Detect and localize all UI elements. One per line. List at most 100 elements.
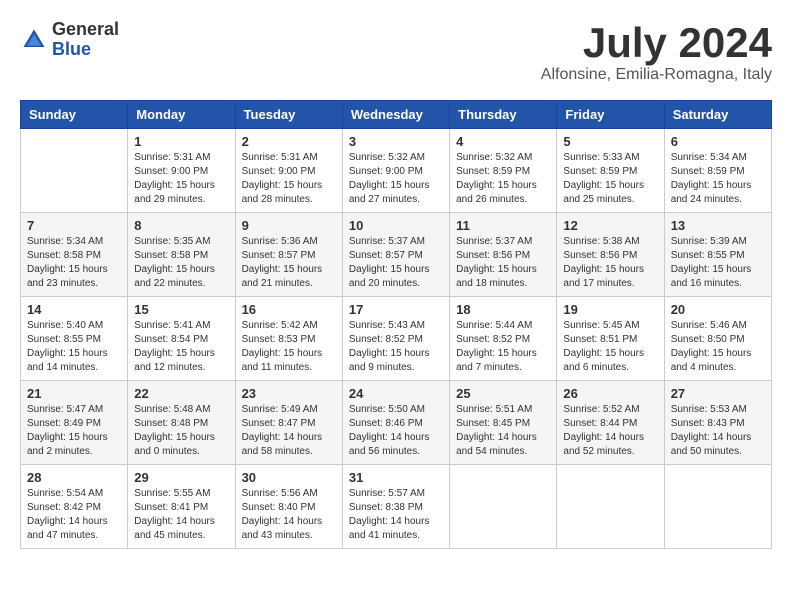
day-info: Sunrise: 5:34 AMSunset: 8:58 PMDaylight:… (27, 235, 121, 291)
day-cell: 12Sunrise: 5:38 AMSunset: 8:56 PMDayligh… (557, 213, 664, 297)
header-row: SundayMondayTuesdayWednesdayThursdayFrid… (21, 101, 772, 129)
day-info: Sunrise: 5:53 AMSunset: 8:43 PMDaylight:… (671, 403, 765, 459)
day-cell: 30 Sunrise: 5:56 AMSunset: 8:40 PMDayligh… (235, 465, 342, 549)
week-row-5: 28 Sunrise: 5:54 AMSunset: 8:42 PMDayligh… (21, 465, 772, 549)
day-cell: 15 Sunrise: 5:41 AMSunset: 8:54 PMDayligh… (128, 297, 235, 381)
day-cell: 17Sunrise: 5:43 AMSunset: 8:52 PMDayligh… (342, 297, 449, 381)
day-info: Sunrise: 5:38 AMSunset: 8:56 PMDaylight:… (563, 235, 657, 291)
day-number: 25 (456, 386, 550, 401)
day-info: Sunrise: 5:50 AMSunset: 8:46 PMDaylight:… (349, 403, 443, 459)
day-number: 30 (242, 470, 336, 485)
logo-text: General Blue (52, 20, 119, 60)
day-number: 15 (134, 302, 228, 317)
day-number: 27 (671, 386, 765, 401)
day-number: 11 (456, 218, 550, 233)
day-number: 19 (563, 302, 657, 317)
day-number: 9 (242, 218, 336, 233)
day-cell: 11 Sunrise: 5:37 AMSunset: 8:56 PMDayligh… (450, 213, 557, 297)
day-cell: 29Sunrise: 5:55 AMSunset: 8:41 PMDayligh… (128, 465, 235, 549)
day-number: 10 (349, 218, 443, 233)
day-cell: 13 Sunrise: 5:39 AMSunset: 8:55 PMDayligh… (664, 213, 771, 297)
day-info: Sunrise: 5:34 AMSunset: 8:59 PMDaylight:… (671, 151, 765, 207)
day-info: Sunrise: 5:57 AMSunset: 8:38 PMDaylight:… (349, 487, 443, 543)
day-number: 7 (27, 218, 121, 233)
week-row-2: 7 Sunrise: 5:34 AMSunset: 8:58 PMDaylight… (21, 213, 772, 297)
day-cell (557, 465, 664, 549)
day-number: 26 (563, 386, 657, 401)
day-info: Sunrise: 5:56 AMSunset: 8:40 PMDaylight:… (242, 487, 336, 543)
day-cell: 24Sunrise: 5:50 AMSunset: 8:46 PMDayligh… (342, 381, 449, 465)
logo-icon (20, 26, 48, 54)
day-cell: 6 Sunrise: 5:34 AMSunset: 8:59 PMDaylight… (664, 129, 771, 213)
day-info: Sunrise: 5:42 AMSunset: 8:53 PMDaylight:… (242, 319, 336, 375)
day-cell: 22Sunrise: 5:48 AMSunset: 8:48 PMDayligh… (128, 381, 235, 465)
day-info: Sunrise: 5:40 AMSunset: 8:55 PMDaylight:… (27, 319, 121, 375)
day-info: Sunrise: 5:31 AMSunset: 9:00 PMDaylight:… (242, 151, 336, 207)
day-info: Sunrise: 5:37 AMSunset: 8:57 PMDaylight:… (349, 235, 443, 291)
day-number: 3 (349, 134, 443, 149)
day-cell: 18Sunrise: 5:44 AMSunset: 8:52 PMDayligh… (450, 297, 557, 381)
day-cell: 8Sunrise: 5:35 AMSunset: 8:58 PMDaylight… (128, 213, 235, 297)
day-number: 6 (671, 134, 765, 149)
day-number: 29 (134, 470, 228, 485)
day-info: Sunrise: 5:39 AMSunset: 8:55 PMDaylight:… (671, 235, 765, 291)
day-number: 2 (242, 134, 336, 149)
day-info: Sunrise: 5:51 AMSunset: 8:45 PMDaylight:… (456, 403, 550, 459)
day-number: 22 (134, 386, 228, 401)
day-cell: 21 Sunrise: 5:47 AMSunset: 8:49 PMDayligh… (21, 381, 128, 465)
day-number: 4 (456, 134, 550, 149)
day-cell (450, 465, 557, 549)
day-cell (21, 129, 128, 213)
title-section: July 2024 Alfonsine, Emilia-Romagna, Ita… (541, 20, 772, 84)
day-info: Sunrise: 5:47 AMSunset: 8:49 PMDaylight:… (27, 403, 121, 459)
day-number: 13 (671, 218, 765, 233)
header-monday: Monday (128, 101, 235, 129)
day-info: Sunrise: 5:54 AMSunset: 8:42 PMDaylight:… (27, 487, 121, 543)
day-number: 16 (242, 302, 336, 317)
day-info: Sunrise: 5:46 AMSunset: 8:50 PMDaylight:… (671, 319, 765, 375)
logo-blue: Blue (52, 40, 119, 60)
week-row-3: 14 Sunrise: 5:40 AMSunset: 8:55 PMDayligh… (21, 297, 772, 381)
day-cell: 25 Sunrise: 5:51 AMSunset: 8:45 PMDayligh… (450, 381, 557, 465)
header: General Blue July 2024 Alfonsine, Emilia… (20, 20, 772, 84)
day-cell: 31 Sunrise: 5:57 AMSunset: 8:38 PMDayligh… (342, 465, 449, 549)
day-cell: 14 Sunrise: 5:40 AMSunset: 8:55 PMDayligh… (21, 297, 128, 381)
day-cell: 19Sunrise: 5:45 AMSunset: 8:51 PMDayligh… (557, 297, 664, 381)
day-info: Sunrise: 5:33 AMSunset: 8:59 PMDaylight:… (563, 151, 657, 207)
month-year: July 2024 (541, 20, 772, 66)
day-cell: 20 Sunrise: 5:46 AMSunset: 8:50 PMDayligh… (664, 297, 771, 381)
day-number: 28 (27, 470, 121, 485)
day-cell: 5 Sunrise: 5:33 AMSunset: 8:59 PMDaylight… (557, 129, 664, 213)
header-friday: Friday (557, 101, 664, 129)
header-saturday: Saturday (664, 101, 771, 129)
day-info: Sunrise: 5:49 AMSunset: 8:47 PMDaylight:… (242, 403, 336, 459)
day-info: Sunrise: 5:41 AMSunset: 8:54 PMDaylight:… (134, 319, 228, 375)
location: Alfonsine, Emilia-Romagna, Italy (541, 66, 772, 84)
day-cell: 3 Sunrise: 5:32 AMSunset: 9:00 PMDaylight… (342, 129, 449, 213)
day-info: Sunrise: 5:52 AMSunset: 8:44 PMDaylight:… (563, 403, 657, 459)
day-number: 21 (27, 386, 121, 401)
day-number: 20 (671, 302, 765, 317)
day-cell: 1 Sunrise: 5:31 AMSunset: 9:00 PMDaylight… (128, 129, 235, 213)
day-number: 18 (456, 302, 550, 317)
day-cell: 28 Sunrise: 5:54 AMSunset: 8:42 PMDayligh… (21, 465, 128, 549)
week-row-1: 1 Sunrise: 5:31 AMSunset: 9:00 PMDaylight… (21, 129, 772, 213)
day-cell: 23Sunrise: 5:49 AMSunset: 8:47 PMDayligh… (235, 381, 342, 465)
header-wednesday: Wednesday (342, 101, 449, 129)
day-info: Sunrise: 5:37 AMSunset: 8:56 PMDaylight:… (456, 235, 550, 291)
day-info: Sunrise: 5:32 AMSunset: 9:00 PMDaylight:… (349, 151, 443, 207)
day-cell: 26 Sunrise: 5:52 AMSunset: 8:44 PMDayligh… (557, 381, 664, 465)
week-row-4: 21 Sunrise: 5:47 AMSunset: 8:49 PMDayligh… (21, 381, 772, 465)
day-info: Sunrise: 5:36 AMSunset: 8:57 PMDaylight:… (242, 235, 336, 291)
day-cell: 16 Sunrise: 5:42 AMSunset: 8:53 PMDayligh… (235, 297, 342, 381)
day-number: 14 (27, 302, 121, 317)
day-number: 8 (134, 218, 228, 233)
day-number: 5 (563, 134, 657, 149)
header-tuesday: Tuesday (235, 101, 342, 129)
day-cell: 7 Sunrise: 5:34 AMSunset: 8:58 PMDaylight… (21, 213, 128, 297)
day-cell: 2 Sunrise: 5:31 AMSunset: 9:00 PMDaylight… (235, 129, 342, 213)
day-cell: 10 Sunrise: 5:37 AMSunset: 8:57 PMDayligh… (342, 213, 449, 297)
day-number: 1 (134, 134, 228, 149)
day-info: Sunrise: 5:31 AMSunset: 9:00 PMDaylight:… (134, 151, 228, 207)
day-number: 31 (349, 470, 443, 485)
